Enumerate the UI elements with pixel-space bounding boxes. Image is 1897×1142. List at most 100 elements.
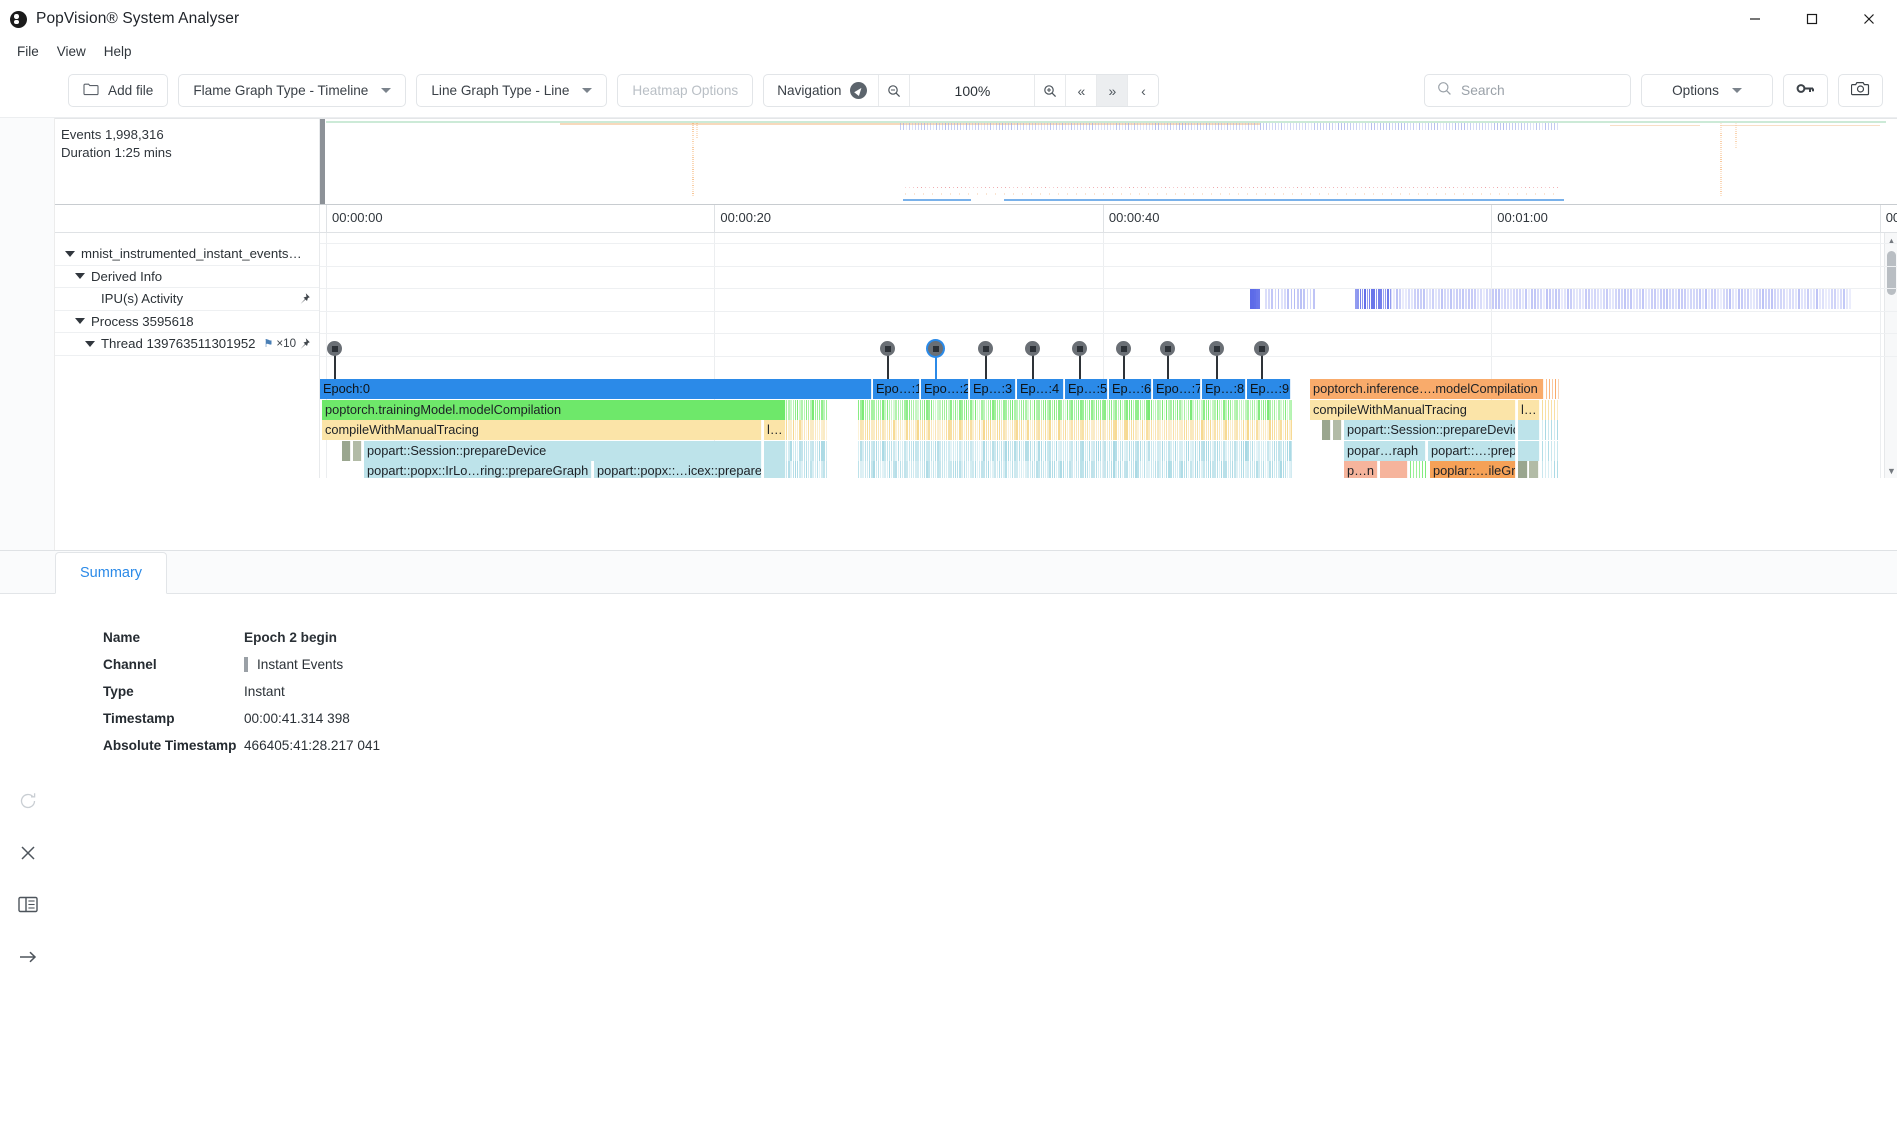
expand-button[interactable] [0, 933, 55, 985]
flame-bar-prepare-device-tail[interactable] [764, 441, 786, 461]
overview-minimap[interactable]: Events 1,998,316 Duration 1:25 mins [55, 118, 1897, 205]
overview-texture [1494, 123, 1495, 130]
expand-collapse-triangle-icon[interactable] [85, 341, 95, 347]
flame-bar-epoch[interactable]: Ep…:5 [1065, 379, 1108, 399]
tree-row[interactable]: Thread 139763511301952⚑×10 [55, 333, 319, 356]
maximize-button[interactable] [1783, 0, 1840, 38]
flame-bar-grey-b[interactable] [353, 441, 362, 461]
flame-bar-prepare-tail[interactable] [764, 461, 786, 478]
flame-bar-inf-compile-graph[interactable]: poplar::…ileGraph [1430, 461, 1516, 478]
options-dropdown[interactable]: Options [1641, 74, 1773, 107]
navigation-mode[interactable]: Navigation [764, 75, 878, 106]
track-pane[interactable]: ▲ ▼ Epoch:0Epo…:1Epo…:2Ep…:3Ep…:4Ep…:5Ep… [320, 233, 1897, 478]
expand-collapse-triangle-icon[interactable] [75, 318, 85, 324]
tree-row[interactable]: IPU(s) Activity [55, 288, 319, 311]
flame-graph-type-dropdown[interactable]: Flame Graph Type - Timeline [178, 74, 406, 107]
zoom-in-button[interactable] [1034, 75, 1065, 106]
pin-icon[interactable] [297, 292, 311, 306]
overview-canvas[interactable] [320, 119, 1897, 204]
tree-row[interactable]: Derived Info [55, 266, 319, 289]
flame-bar-inf-pn[interactable]: p…n [1344, 461, 1378, 478]
flame-bar-epoch[interactable]: Epoch:0 [320, 379, 872, 399]
flame-bar-inf-prepare[interactable]: popart::…:prepare [1428, 441, 1516, 461]
flame-bar-epoch[interactable]: Ep…:3 [970, 379, 1016, 399]
overview-texture [1549, 187, 1550, 188]
flame-bar-epoch[interactable]: Epo…:2 [921, 379, 969, 399]
flame-bar-grey-f[interactable] [1333, 420, 1342, 440]
overview-texture [1473, 123, 1474, 130]
toggle-panel-button[interactable] [0, 881, 55, 933]
flame-bar-epoch[interactable]: Ep…:8 [1202, 379, 1246, 399]
overview-texture [1238, 193, 1239, 195]
expand-collapse-triangle-icon[interactable] [65, 251, 75, 257]
flame-bar-prepare-graph[interactable]: popart::popx::IrLo…ring::prepareGraph [364, 461, 592, 478]
expand-collapse-triangle-icon[interactable] [75, 273, 85, 279]
overview-texture [1337, 193, 1338, 195]
search-input[interactable]: Search [1461, 83, 1505, 98]
flame-stripe-cluster [786, 400, 828, 420]
menu-file[interactable]: File [8, 41, 48, 62]
overview-texture [1493, 187, 1494, 188]
line-graph-type-dropdown[interactable]: Line Graph Type - Line [416, 74, 607, 107]
flame-bar-inf-prepare-tail[interactable] [1518, 441, 1540, 461]
refresh-button[interactable] [0, 777, 55, 829]
overview-texture [972, 123, 973, 130]
flame-bar-inf-prepare-device[interactable]: popart::Session::prepareDevice [1344, 420, 1516, 440]
overview-texture [1464, 123, 1465, 130]
overview-texture [996, 123, 997, 130]
flame-bar-training-compilation[interactable]: poptorch.trainingModel.modelCompilation [322, 400, 786, 420]
flame-bar-grey-a[interactable] [342, 441, 351, 461]
zoom-level-input[interactable]: 100% [909, 75, 1034, 106]
ipu-activity-tick [1807, 289, 1809, 309]
collapse-navigation-button[interactable]: ‹ [1127, 75, 1158, 106]
flame-bar-inf-prepare-graph[interactable]: popar…raph [1344, 441, 1426, 461]
overview-texture [1038, 123, 1039, 130]
overview-texture [987, 123, 988, 130]
ipu-activity-tick [1654, 289, 1656, 309]
ipu-activity-tick [1504, 289, 1506, 309]
flame-bar-inf-tracing-trunc[interactable]: l… [1518, 400, 1540, 420]
ruler-track[interactable]: 00:00:0000:00:2000:00:4000:01:0000:01:20 [320, 205, 1897, 232]
overview-texture [1089, 123, 1090, 130]
overview-texture [1409, 193, 1410, 195]
tree-row[interactable]: Process 3595618 [55, 311, 319, 334]
minimize-button[interactable] [1726, 0, 1783, 38]
flame-bar-epoch[interactable]: Epo…:1 [873, 379, 920, 399]
screenshot-button[interactable] [1838, 74, 1883, 107]
scroll-up-arrow[interactable]: ▲ [1885, 233, 1897, 248]
flame-bar-epoch[interactable]: Ep…:4 [1017, 379, 1064, 399]
step-back-button[interactable]: « [1065, 75, 1096, 106]
close-report-button[interactable] [0, 829, 55, 881]
flame-bar-grey-g[interactable] [1518, 461, 1528, 478]
add-file-button[interactable]: Add file [68, 74, 168, 107]
overview-texture [1229, 187, 1230, 188]
flame-bar-inference-compilation[interactable]: poptorch.inference….modelCompilation [1310, 379, 1544, 399]
flame-bar-epoch[interactable]: Ep…:9 [1247, 379, 1291, 399]
menu-help[interactable]: Help [95, 41, 141, 62]
flame-bar-epoch[interactable]: Epo…:7 [1153, 379, 1201, 399]
license-key-button[interactable] [1783, 74, 1828, 107]
flame-bar-compile-tracing[interactable]: compileWithManualTracing [322, 420, 762, 440]
menu-view[interactable]: View [48, 41, 95, 62]
flame-bar-grey-e[interactable] [1322, 420, 1331, 440]
tree-row[interactable]: mnist_instrumented_instant_events… [55, 243, 319, 266]
flame-bar-inf-prepare-device-tail[interactable] [1518, 420, 1540, 440]
step-forward-button[interactable]: » [1096, 75, 1127, 106]
flame-bar-prepare-ir[interactable]: popart::popx::…icex::prepare [594, 461, 762, 478]
tab-summary[interactable]: Summary [55, 552, 167, 594]
search-field-wrap[interactable]: Search [1424, 74, 1631, 107]
overview-left-handle[interactable] [320, 119, 325, 204]
pin-icon[interactable] [297, 337, 311, 351]
flame-bar-inf-salmon-b[interactable] [1380, 461, 1408, 478]
overview-texture [1242, 123, 1243, 130]
flame-bar-grey-h[interactable] [1529, 461, 1539, 478]
close-button[interactable] [1840, 0, 1897, 38]
overview-texture [909, 123, 910, 130]
flame-bar-compile-tracing-trunc[interactable]: l… [764, 420, 786, 440]
flame-bar-epoch[interactable]: Ep…:6 [1109, 379, 1152, 399]
scroll-down-arrow[interactable]: ▼ [1885, 463, 1897, 478]
flame-bar-inf-tracing[interactable]: compileWithManualTracing [1310, 400, 1516, 420]
overview-texture [1521, 123, 1522, 130]
flame-bar-prepare-device[interactable]: popart::Session::prepareDevice [364, 441, 762, 461]
zoom-out-button[interactable] [878, 75, 909, 106]
